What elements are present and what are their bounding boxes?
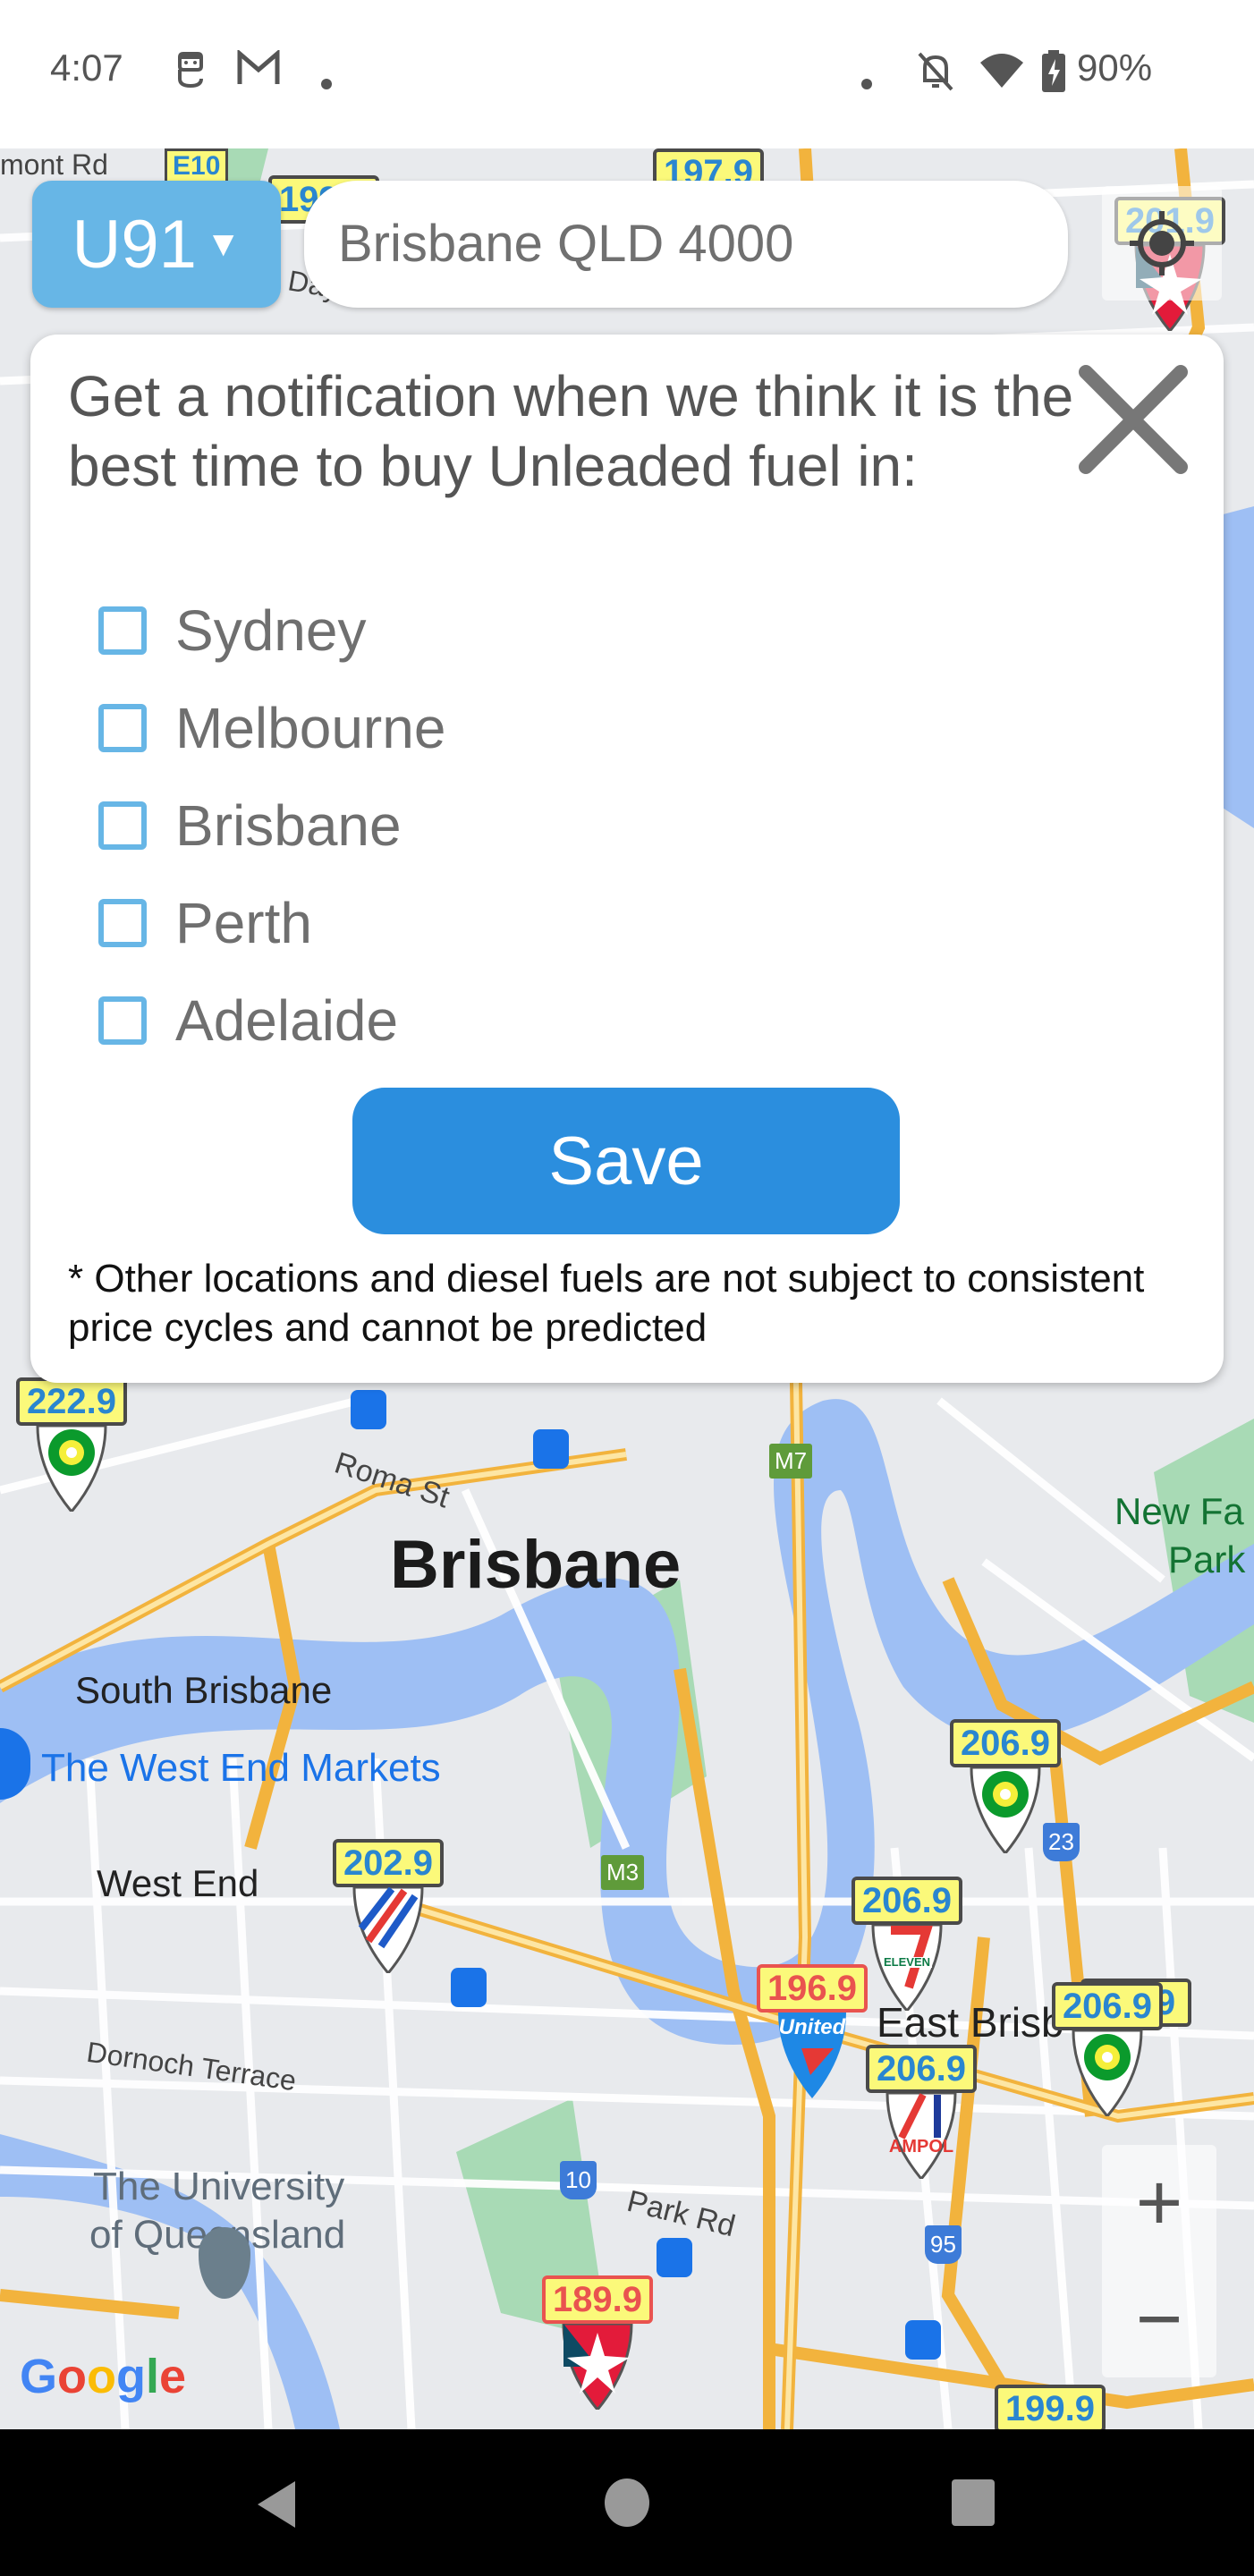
wifi-icon xyxy=(979,50,1025,96)
status-bar: 4:07 90% xyxy=(0,0,1254,148)
dot-icon xyxy=(860,63,873,97)
transit-station-icon[interactable] xyxy=(533,1429,569,1469)
modal-title: Get a notification when we think it is t… xyxy=(68,364,1074,498)
caret-down-icon: ▼ xyxy=(205,224,241,264)
zoom-in-button[interactable]: + xyxy=(1102,2145,1216,2261)
city-label: Sydney xyxy=(175,597,367,663)
ampol-logo-icon: AMPOL xyxy=(884,2093,959,2179)
disclaimer-text: * Other locations and diesel fuels are n… xyxy=(68,1257,1145,1350)
station-pin[interactable]: 222.9 xyxy=(16,1377,127,1512)
transit-station-icon[interactable] xyxy=(451,1968,487,2007)
back-icon[interactable] xyxy=(254,2479,299,2529)
location-search[interactable] xyxy=(304,181,1068,308)
united-logo-icon: United xyxy=(775,2012,850,2098)
price-tag: 189.9 xyxy=(542,2275,653,2324)
checkbox-melbourne[interactable] xyxy=(98,703,147,752)
my-location-button[interactable] xyxy=(1102,186,1222,301)
google-logo: Google xyxy=(20,2350,187,2403)
station-pin[interactable]: 202.9 xyxy=(333,1839,444,1973)
notification-modal: Get a notification when we think it is t… xyxy=(30,335,1224,1383)
close-button[interactable] xyxy=(1075,361,1191,478)
map-label-west-end: West End xyxy=(97,1862,259,1904)
station-pin[interactable]: 206.9 AMPOL xyxy=(866,2045,977,2179)
city-option-brisbane[interactable]: Brisbane xyxy=(98,776,445,874)
price-tag: 206.9 xyxy=(1052,1982,1163,2030)
road-shield-m7: M7 xyxy=(769,1444,813,1479)
station-pin[interactable]: 196.9 United xyxy=(757,1964,868,2098)
city-option-sydney[interactable]: Sydney xyxy=(98,581,445,679)
checkmark-icon xyxy=(107,814,138,838)
price-tag: 206.9 xyxy=(950,1719,1061,1767)
map-label-uq: The University xyxy=(93,2165,345,2208)
road-shield-e10: E10 xyxy=(165,148,229,184)
save-button[interactable]: Save xyxy=(352,1088,900,1234)
status-time: 4:07 xyxy=(50,47,123,89)
app-notification-icon xyxy=(175,50,206,96)
system-nav-bar xyxy=(0,2429,1254,2576)
city-option-perth[interactable]: Perth xyxy=(98,874,445,971)
map-label-south-brisbane: South Brisbane xyxy=(75,1669,333,1711)
price-tag: 206.9 xyxy=(866,2045,977,2093)
price-tag: 222.9 xyxy=(16,1377,127,1426)
station-pin[interactable]: 189.9 xyxy=(542,2275,653,2410)
station-pin[interactable]: 206.9 xyxy=(950,1719,1061,1853)
map-label-road-top: mont Rd xyxy=(0,148,108,181)
price-tag: 206.9 xyxy=(852,1877,962,1925)
transit-station-icon[interactable] xyxy=(905,2320,941,2360)
battery-charging-icon xyxy=(1041,50,1066,99)
svg-text:ELEVEN: ELEVEN xyxy=(884,1955,930,1969)
city-label: Brisbane xyxy=(175,792,402,858)
zoom-out-button[interactable]: − xyxy=(1102,2261,1216,2377)
bp-logo-icon xyxy=(968,1767,1043,1853)
city-label: Adelaide xyxy=(175,987,399,1053)
city-label: Perth xyxy=(175,890,312,955)
bp-logo-icon xyxy=(34,1426,109,1512)
notifications-off-icon xyxy=(916,50,955,97)
price-tag: 196.9 xyxy=(757,1964,868,2012)
city-checkbox-list: Sydney Melbourne Brisbane Perth Adelaide xyxy=(98,581,445,1069)
svg-text:United: United xyxy=(779,2015,847,2039)
close-icon xyxy=(1079,365,1188,474)
checkbox-perth[interactable] xyxy=(98,898,147,947)
fuel-type-dropdown[interactable]: U91 ▼ xyxy=(32,181,281,308)
city-label: Melbourne xyxy=(175,695,446,760)
road-shield-95: 95 xyxy=(925,2225,962,2264)
road-shield-10: 10 xyxy=(560,2161,597,2199)
home-icon[interactable] xyxy=(603,2478,651,2528)
recents-icon[interactable] xyxy=(950,2478,996,2528)
caltex-logo-icon xyxy=(560,2324,635,2410)
location-search-input[interactable] xyxy=(336,213,1038,275)
checkbox-sydney[interactable] xyxy=(98,606,147,655)
dot-icon xyxy=(320,63,333,97)
bp-logo-icon xyxy=(1070,2030,1145,2116)
station-pin[interactable]: 206.9 xyxy=(1052,1982,1163,2116)
map-label-park: Park xyxy=(1168,1538,1246,1580)
map-zoom-controls: + − xyxy=(1102,2145,1216,2377)
station-pin[interactable]: 199.9 xyxy=(995,2385,1106,2429)
map-label-brisbane: Brisbane xyxy=(390,1527,682,1603)
price-tag: 202.9 xyxy=(333,1839,444,1887)
checkbox-brisbane[interactable] xyxy=(98,801,147,850)
my-location-icon xyxy=(1130,211,1194,275)
transit-station-icon[interactable] xyxy=(657,2238,692,2277)
city-option-adelaide[interactable]: Adelaide xyxy=(98,971,445,1069)
transit-station-icon[interactable] xyxy=(351,1390,386,1429)
gmail-icon xyxy=(236,48,281,92)
checkbox-adelaide[interactable] xyxy=(98,996,147,1045)
city-option-melbourne[interactable]: Melbourne xyxy=(98,679,445,776)
fuel-type-value: U91 xyxy=(72,206,197,283)
svg-text:AMPOL: AMPOL xyxy=(889,2137,953,2157)
price-tag: 199.9 xyxy=(995,2385,1106,2429)
checkmark-icon xyxy=(107,619,138,643)
map-label-west-end-markets[interactable]: The West End Markets xyxy=(41,1746,441,1791)
battery-percent: 90% xyxy=(1077,47,1153,89)
road-shield-m3: M3 xyxy=(601,1855,645,1890)
liberty-logo-icon xyxy=(351,1887,426,1973)
7-eleven-logo-icon: ELEVEN xyxy=(869,1925,945,2011)
map-label-new-farm-park: New Fa xyxy=(1114,1490,1244,1532)
station-pin[interactable]: 206.9 ELEVEN xyxy=(852,1877,962,2011)
